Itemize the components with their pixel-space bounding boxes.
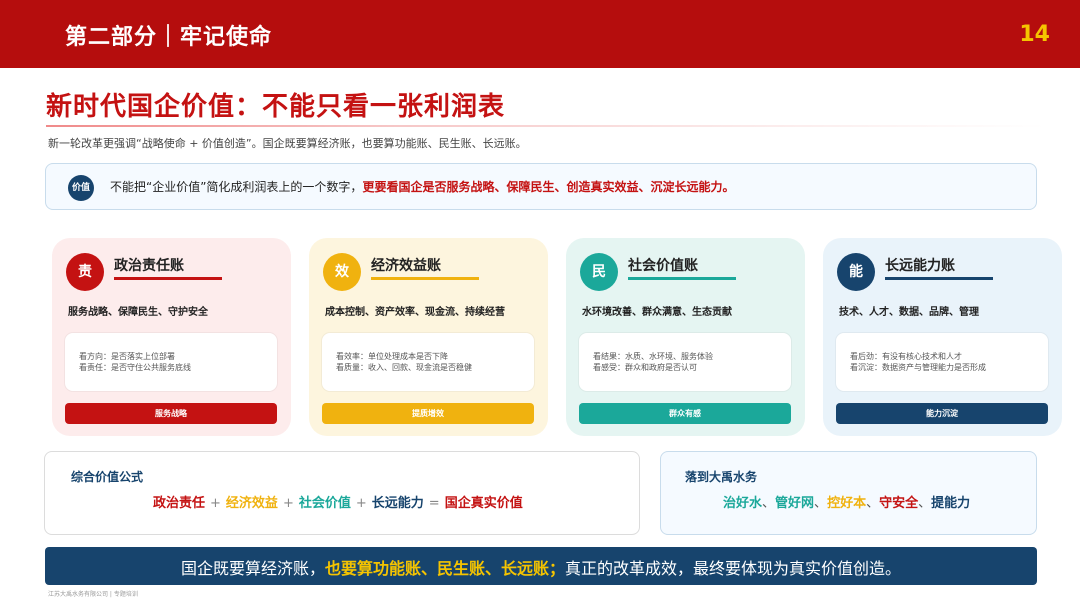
card-title: 政治责任账 (114, 258, 184, 274)
formula-title: 综合价值公式 (71, 470, 144, 484)
footer-text: 江苏大禹水务有限公司 | 专题培训 (48, 591, 138, 598)
card-detail-line: 看方向：是否落实上位部署 (79, 352, 175, 361)
landing-separator: 、 (918, 496, 932, 511)
formula-term: 经济效益 (225, 496, 278, 511)
banner-part3: 真正的改革成效，最终要体现为真实价值创造。 (565, 559, 902, 578)
landing-items: 治好水、管好网、控好本、守安全、提能力 (723, 492, 970, 511)
card-title-underline (628, 277, 736, 280)
formula-plus: + (355, 496, 367, 511)
card-desc: 技术、人才、数据、品牌、管理 (839, 307, 979, 318)
landing-separator: 、 (866, 496, 880, 511)
card-detail-box: 看结果：水质、水环境、服务体验 看感受：群众和政府是否认可 (579, 333, 791, 391)
card-detail-line: 看感受：群众和政府是否认可 (593, 363, 697, 372)
formula-plus: + (282, 496, 294, 511)
card-long-term-capability: 能 长远能力账 技术、人才、数据、品牌、管理 看后劲：有没有核心技术和人才 看沉… (823, 238, 1062, 436)
landing-separator: 、 (762, 496, 776, 511)
title-divider (46, 125, 1046, 127)
card-social-value: 民 社会价值账 水环境改善、群众满意、生态贡献 看结果：水质、水环境、服务体验 … (566, 238, 805, 436)
card-title-underline (114, 277, 222, 280)
formula-term: 社会价值 (298, 496, 351, 511)
card-detail-box: 看后劲：有没有核心技术和人才 看沉淀：数据资产与管理能力是否形成 (836, 333, 1048, 391)
value-badge: 价值 (68, 175, 94, 201)
landing-title: 落到大禹水务 (685, 470, 758, 484)
formula-equals: = (428, 496, 440, 511)
card-detail-line: 看结果：水质、水环境、服务体验 (593, 352, 713, 361)
note-text-emphasis: 更要看国企是否服务战略、保障民生、创造真实效益、沉淀长远能力。 (362, 180, 735, 194)
value-note-box: 价值 不能把“企业价值”简化成利润表上的一个数字，更要看国企是否服务战略、保障民… (45, 163, 1037, 210)
page-title: 新时代国企价值：不能只看一张利润表 (46, 92, 506, 122)
landing-separator: 、 (814, 496, 828, 511)
card-desc: 服务战略、保障民生、守护安全 (68, 307, 208, 318)
card-title-underline (885, 277, 993, 280)
card-economic-benefit: 效 经济效益账 成本控制、资产效率、现金流、持续经营 看效率：单位处理成本是否下… (309, 238, 548, 436)
landing-item: 提能力 (931, 496, 971, 511)
formula-term: 政治责任 (153, 496, 206, 511)
card-title-underline (371, 277, 479, 280)
formula-expression: 政治责任 + 经济效益 + 社会价值 + 长远能力 = 国企真实价值 (153, 492, 523, 511)
landing-item: 管好网 (775, 496, 815, 511)
value-formula-box: 综合价值公式 政治责任 + 经济效益 + 社会价值 + 长远能力 = 国企真实价值 (44, 451, 640, 535)
page-number: 14 (1019, 22, 1050, 47)
card-desc: 成本控制、资产效率、现金流、持续经营 (325, 307, 505, 318)
card-tag-button: 服务战略 (65, 403, 277, 424)
card-badge: 责 (66, 253, 104, 291)
card-title: 长远能力账 (885, 258, 955, 274)
landing-box: 落到大禹水务 治好水、管好网、控好本、守安全、提能力 (660, 451, 1037, 535)
landing-item: 守安全 (879, 496, 919, 511)
card-detail-box: 看方向：是否落实上位部署 看责任：是否守住公共服务底线 (65, 333, 277, 391)
card-desc: 水环境改善、群众满意、生态贡献 (582, 307, 732, 318)
banner-highlight: 也要算功能账、民生账、长远账； (324, 559, 565, 578)
page-subtitle: 新一轮改革更强调“战略使命 + 价值创造”。国企既要算经济账，也要算功能账、民生… (48, 137, 527, 150)
banner-part1: 国企既要算经济账， (180, 559, 325, 578)
landing-item: 治好水 (723, 496, 763, 511)
card-political-responsibility: 责 政治责任账 服务战略、保障民生、守护安全 看方向：是否落实上位部署 看责任：… (52, 238, 291, 436)
card-detail-line: 看效率：单位处理成本是否下降 (336, 352, 448, 361)
card-tag-button: 提质增效 (322, 403, 534, 424)
card-title: 社会价值账 (628, 258, 698, 274)
formula-term: 长远能力 (371, 496, 424, 511)
card-detail-box: 看效率：单位处理成本是否下降 看质量：收入、回款、现金流是否稳健 (322, 333, 534, 391)
section-title: 第二部分｜牢记使命 (65, 25, 273, 50)
card-detail-line: 看责任：是否守住公共服务底线 (79, 363, 191, 372)
value-note-text: 不能把“企业价值”简化成利润表上的一个数字，更要看国企是否服务战略、保障民生、创… (110, 178, 734, 195)
landing-item: 控好本 (827, 496, 867, 511)
card-badge: 民 (580, 253, 618, 291)
note-text-plain: 不能把“企业价值”简化成利润表上的一个数字， (110, 180, 363, 194)
summary-banner: 国企既要算经济账，也要算功能账、民生账、长远账；真正的改革成效，最终要体现为真实… (45, 547, 1037, 585)
header-bar: 第二部分｜牢记使命 14 (0, 0, 1080, 68)
card-detail-line: 看质量：收入、回款、现金流是否稳健 (336, 363, 472, 372)
card-badge: 能 (837, 253, 875, 291)
card-title: 经济效益账 (371, 258, 441, 274)
card-tag-button: 能力沉淀 (836, 403, 1048, 424)
card-detail-line: 看后劲：有没有核心技术和人才 (850, 352, 962, 361)
card-detail-line: 看沉淀：数据资产与管理能力是否形成 (850, 363, 986, 372)
formula-result: 国企真实价值 (444, 496, 523, 511)
card-tag-button: 群众有感 (579, 403, 791, 424)
card-badge: 效 (323, 253, 361, 291)
formula-plus: + (210, 496, 221, 511)
banner-text: 国企既要算经济账，也要算功能账、民生账、长远账；真正的改革成效，最终要体现为真实… (45, 555, 1037, 579)
